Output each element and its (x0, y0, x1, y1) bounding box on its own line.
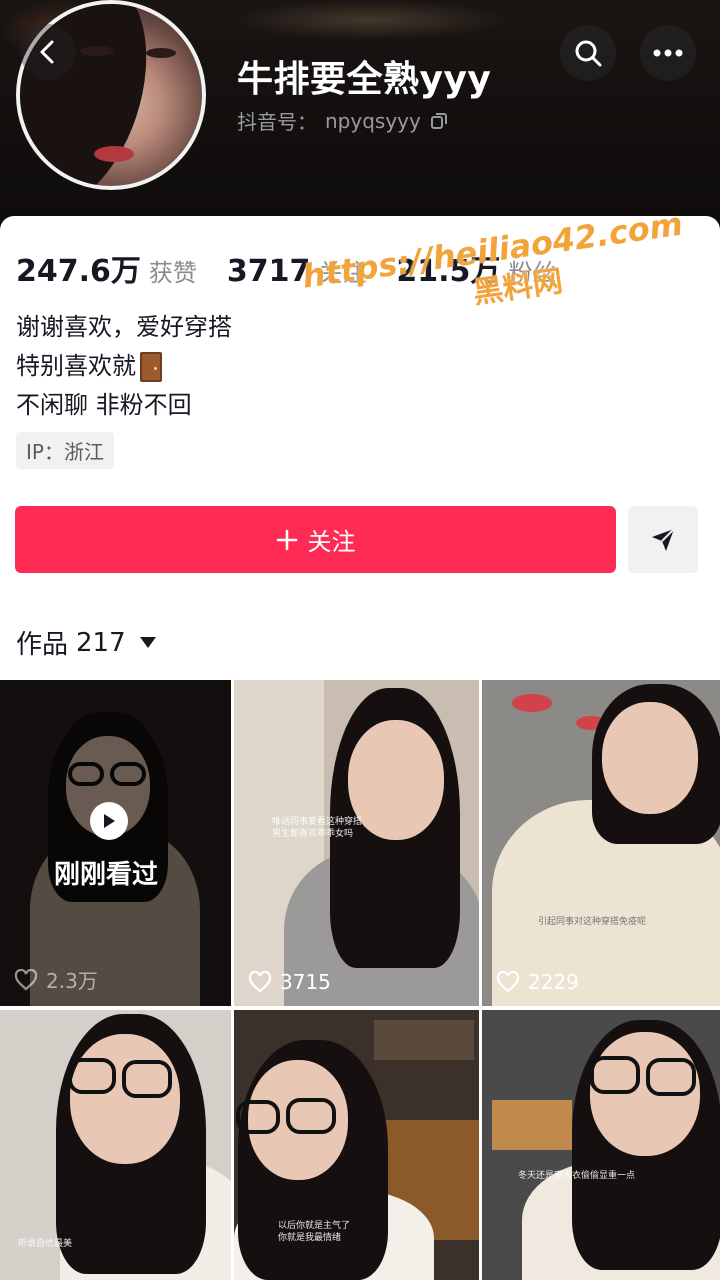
video-grid: 刚刚看过 2.3万 唯话同事爱看这种穿搭 男生都喜欢乖乖女吗 3715 引起同事… (0, 680, 720, 1280)
like-count: 2.3万 (46, 969, 98, 993)
play-icon (90, 802, 128, 840)
bio-text: 特别喜欢就 (16, 352, 136, 380)
search-icon (575, 40, 602, 67)
bio-line: 不闲聊 非粉不回 (16, 391, 192, 419)
like-count: 2229 (528, 970, 579, 994)
douyin-id-row: 抖音号： npyqsyyy (237, 106, 449, 135)
profile-card: 247.6万 获赞 3717 关注 21.5万 粉丝 谢谢喜欢，爱好穿搭 特别喜… (0, 216, 720, 1280)
search-button[interactable] (560, 25, 616, 81)
video-caption: 以后你就是主气了 你就是我最情绪 (278, 1221, 351, 1243)
video-tile[interactable]: 唯话同事爱看这种穿搭 男生都喜欢乖乖女吗 3715 (234, 680, 479, 1006)
stat-label: 获赞 (148, 259, 197, 287)
like-count: 3715 (280, 970, 331, 994)
video-caption: 唯话同事爱看这种穿搭 男生都喜欢乖乖女吗 (272, 817, 363, 839)
background-light (230, 0, 510, 40)
heart-icon (248, 971, 272, 993)
stat-value: 3717 (226, 254, 311, 289)
stat-likes[interactable]: 247.6万 获赞 (16, 246, 197, 290)
video-tile[interactable]: 刚刚看过 2.3万 (0, 680, 231, 1006)
likes-row: 2.3万 (14, 965, 98, 994)
stat-value: 247.6万 (16, 254, 141, 289)
nickname: 牛排要全熟yyy (237, 59, 492, 100)
follow-label: 关注 (307, 528, 356, 556)
video-tile[interactable]: 冬天还是穿大衣偷偷显重一点 (482, 1010, 720, 1280)
follow-button[interactable]: 关注 (15, 506, 616, 573)
video-caption: 听说自信最美 (18, 1239, 73, 1249)
works-count: 217 (76, 627, 126, 658)
recently-viewed-label: 刚刚看过 (54, 860, 159, 890)
caret-down-icon (139, 637, 156, 648)
likes-row: 2229 (496, 970, 579, 994)
more-dots-icon (653, 49, 683, 57)
works-label: 作品 (16, 630, 69, 660)
bio-line: 谢谢喜欢，爱好穿搭 (16, 313, 232, 341)
ip-location-tag: IP：浙江 (16, 432, 114, 469)
profile-header: 牛排要全熟yyy 抖音号： npyqsyyy (0, 0, 720, 240)
copy-icon[interactable] (429, 111, 449, 131)
bio-line: 特别喜欢就 (16, 347, 232, 386)
video-tile[interactable]: 引起同事对这种穿搭免疫呢 2229 (482, 680, 720, 1006)
share-button[interactable] (628, 506, 698, 573)
recent-overlay (0, 680, 231, 1006)
send-icon (652, 527, 675, 551)
video-tile[interactable]: 以后你就是主气了 你就是我最情绪 (234, 1010, 479, 1280)
douyin-id-label: 抖音号： (237, 110, 317, 134)
plus-icon (276, 529, 297, 550)
door-emoji-icon (140, 351, 162, 382)
bio: 谢谢喜欢，爱好穿搭 特别喜欢就 不闲聊 非粉不回 (16, 308, 232, 425)
heart-icon (14, 968, 38, 990)
likes-row: 3715 (248, 970, 331, 994)
video-caption: 冬天还是穿大衣偷偷显重一点 (518, 1171, 636, 1181)
video-tile[interactable]: 听说自信最美 (0, 1010, 231, 1280)
douyin-id: npyqsyyy (325, 108, 421, 133)
back-arrow-icon (40, 40, 54, 64)
heart-icon (496, 971, 520, 993)
video-caption: 引起同事对这种穿搭免疫呢 (538, 917, 647, 927)
tab-works[interactable]: 作品 217 (16, 624, 156, 661)
more-button[interactable] (640, 25, 696, 81)
back-button[interactable] (20, 24, 76, 80)
